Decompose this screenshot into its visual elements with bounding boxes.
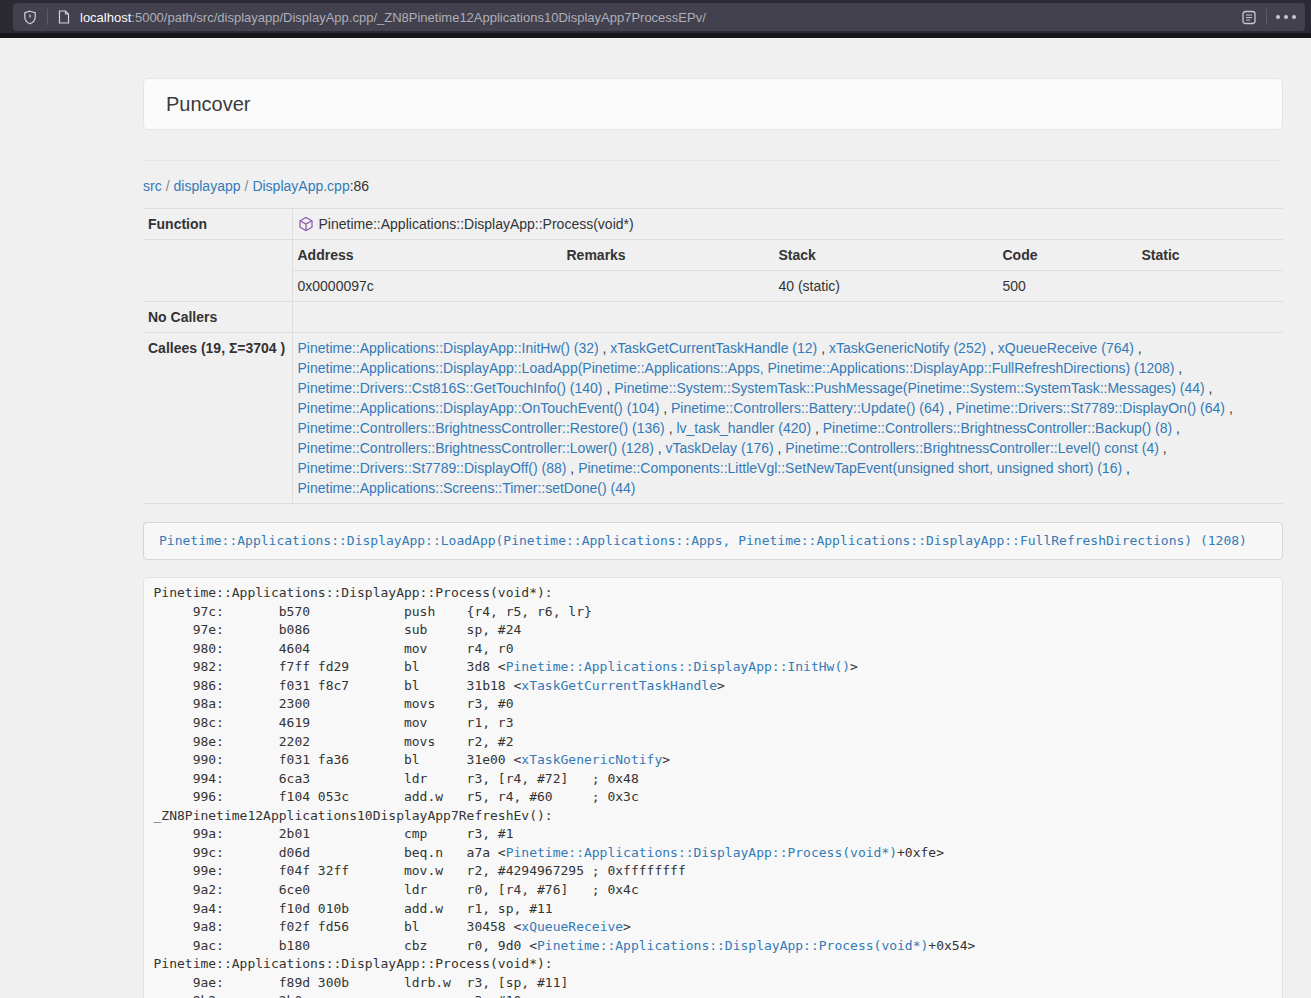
callee-link[interactable]: Pinetime::Applications::DisplayApp::OnTo… <box>298 400 660 416</box>
asm-symbol-link[interactable]: Pinetime::Applications::DisplayApp::Proc… <box>537 938 928 953</box>
function-table: Function Pinetime::Applications::Display… <box>143 208 1283 504</box>
callee-separator: , <box>665 420 677 436</box>
callee-separator: , <box>1122 460 1130 476</box>
callee-link[interactable]: Pinetime::System::SystemTask::PushMessag… <box>614 380 1205 396</box>
symbol-cube-icon <box>298 216 314 232</box>
address-value: 0x0000097c <box>293 271 562 302</box>
no-callers-row: No Callers <box>143 302 1283 333</box>
callee-separator: , <box>811 420 823 436</box>
breadcrumb-separator: / <box>245 178 249 194</box>
callee-separator: , <box>603 380 615 396</box>
url-text[interactable]: localhost:5000/path/src/displayapp/Displ… <box>80 10 1232 25</box>
asm-symbol-link[interactable]: xTaskGetCurrentTaskHandle <box>521 678 717 693</box>
no-callers-label: No Callers <box>143 302 292 333</box>
static-value <box>1137 271 1284 302</box>
asm-symbol-link[interactable]: Pinetime::Applications::DisplayApp::Proc… <box>506 845 897 860</box>
disassembly: Pinetime::Applications::DisplayApp::Proc… <box>143 577 1283 998</box>
callee-link[interactable]: xTaskGetCurrentTaskHandle (12) <box>610 340 817 356</box>
asm-symbol-link[interactable]: xTaskGenericNotify <box>521 752 662 767</box>
callee-link[interactable]: Pinetime::Controllers::Battery::Update()… <box>671 400 944 416</box>
callee-link[interactable]: Pinetime::Applications::Screens::Timer::… <box>298 480 636 496</box>
col-code: Code <box>998 240 1137 271</box>
selected-callee-well: Pinetime::Applications::DisplayApp::Load… <box>143 522 1283 560</box>
page-actions-icon[interactable] <box>1267 15 1305 19</box>
callee-separator: , <box>1174 360 1182 376</box>
callee-link[interactable]: xTaskGenericNotify (252) <box>829 340 986 356</box>
callee-separator: , <box>944 400 956 416</box>
callee-link[interactable]: Pinetime::Drivers::Cst816S::GetTouchInfo… <box>298 380 603 396</box>
col-address: Address <box>293 240 562 271</box>
callee-separator: , <box>774 440 786 456</box>
page-icon[interactable] <box>58 10 70 24</box>
callee-link[interactable]: Pinetime::Controllers::BrightnessControl… <box>823 420 1172 436</box>
col-remarks: Remarks <box>562 240 774 271</box>
details-table: Address Remarks Stack Code Static 0x0000… <box>293 240 1284 301</box>
callee-separator: , <box>986 340 998 356</box>
app-header-panel: Puncover <box>143 78 1283 130</box>
callee-link[interactable]: Pinetime::Drivers::St7789::DisplayOn() (… <box>956 400 1225 416</box>
divider <box>143 160 1283 161</box>
callee-link[interactable]: lv_task_handler (420) <box>676 420 811 436</box>
asm-symbol-link[interactable]: Pinetime::Applications::DisplayApp::Init… <box>506 659 850 674</box>
function-row: Function Pinetime::Applications::Display… <box>143 209 1283 240</box>
callees-list: Pinetime::Applications::DisplayApp::Init… <box>292 333 1283 504</box>
callee-link[interactable]: xQueueReceive (764) <box>998 340 1134 356</box>
callees-row: Callees (19, Σ=3704 ) Pinetime::Applicat… <box>143 333 1283 504</box>
callee-separator: , <box>1134 340 1142 356</box>
shield-icon[interactable] <box>23 10 37 25</box>
callee-separator: , <box>566 460 578 476</box>
remarks-value <box>562 271 774 302</box>
breadcrumb-line-number: :86 <box>350 178 369 194</box>
breadcrumb-separator: / <box>166 178 170 194</box>
browser-toolbar: localhost:5000/path/src/displayapp/Displ… <box>0 0 1311 33</box>
code-value: 500 <box>998 271 1137 302</box>
selected-callee-link[interactable]: Pinetime::Applications::DisplayApp::Load… <box>159 533 1247 548</box>
stack-value: 40 (static) <box>774 271 998 302</box>
callee-link[interactable]: vTaskDelay (176) <box>666 440 774 456</box>
col-static: Static <box>1137 240 1284 271</box>
breadcrumb: src/displayapp/DisplayApp.cpp:86 <box>143 178 1283 194</box>
col-stack: Stack <box>774 240 998 271</box>
callee-separator: , <box>654 440 666 456</box>
callee-link[interactable]: Pinetime::Applications::DisplayApp::Init… <box>298 340 599 356</box>
callees-label: Callees (19, Σ=3704 ) <box>143 333 292 504</box>
breadcrumb-link[interactable]: src <box>143 178 162 194</box>
callee-link[interactable]: Pinetime::Drivers::St7789::DisplayOff() … <box>298 460 567 476</box>
asm-symbol-link[interactable]: xQueueReceive <box>521 919 623 934</box>
breadcrumb-link[interactable]: displayapp <box>174 178 241 194</box>
page-title: Puncover <box>166 93 251 116</box>
callee-link[interactable]: Pinetime::Controllers::BrightnessControl… <box>785 440 1158 456</box>
callee-separator: , <box>599 340 611 356</box>
callee-separator: , <box>659 400 671 416</box>
callee-separator: , <box>1172 420 1180 436</box>
callee-link[interactable]: Pinetime::Controllers::BrightnessControl… <box>298 420 665 436</box>
callee-separator: , <box>1159 440 1167 456</box>
function-name: Pinetime::Applications::DisplayApp::Proc… <box>319 216 634 232</box>
callee-separator: , <box>817 340 829 356</box>
window-content-divider <box>0 33 1311 38</box>
url-bar[interactable]: localhost:5000/path/src/displayapp/Displ… <box>13 3 1305 31</box>
breadcrumb-link[interactable]: DisplayApp.cpp <box>252 178 349 194</box>
details-values-row: 0x0000097c 40 (static) 500 <box>293 271 1284 302</box>
reader-mode-icon[interactable] <box>1232 10 1266 25</box>
callee-separator: , <box>1205 380 1213 396</box>
callee-link[interactable]: Pinetime::Components::LittleVgl::SetNewT… <box>578 460 1122 476</box>
callee-link[interactable]: Pinetime::Controllers::BrightnessControl… <box>298 440 654 456</box>
function-label: Function <box>143 209 292 240</box>
urlbar-separator <box>47 9 48 25</box>
callee-separator: , <box>1225 400 1233 416</box>
callee-link[interactable]: Pinetime::Applications::DisplayApp::Load… <box>298 360 1175 376</box>
details-row: Address Remarks Stack Code Static 0x0000… <box>143 240 1283 302</box>
